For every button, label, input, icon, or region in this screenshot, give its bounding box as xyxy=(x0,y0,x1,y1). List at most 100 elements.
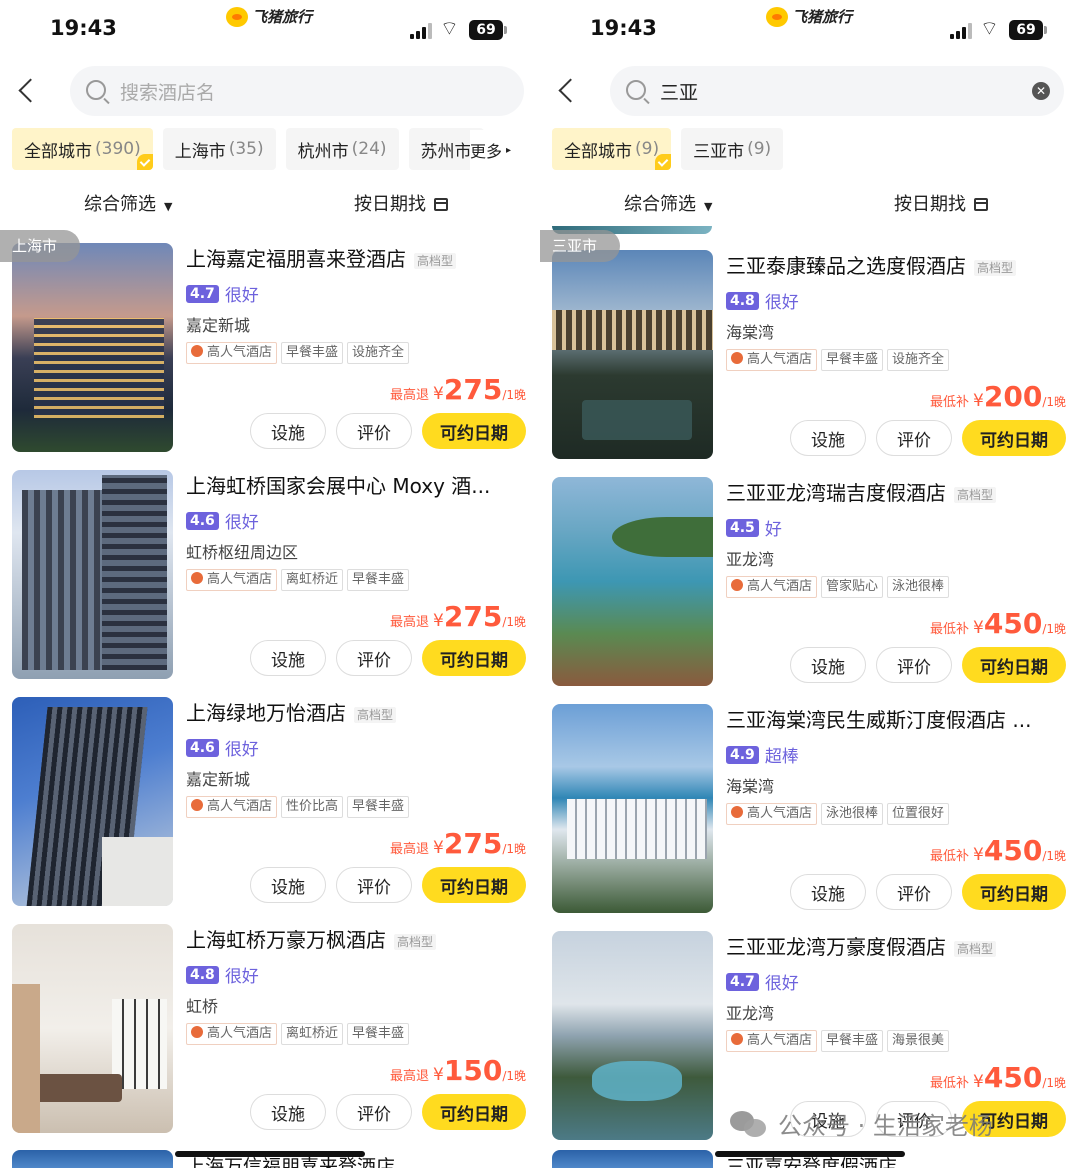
hotel-name-text: 上海绿地万怡酒店 xyxy=(186,701,346,725)
chip-shanghai[interactable]: 上海市 (35) xyxy=(162,128,276,170)
status-time: 19:43 xyxy=(50,16,117,40)
hotel-tags: 高人气酒店 性价比高 早餐丰盛 xyxy=(186,796,410,818)
hotel-photo xyxy=(552,704,713,913)
facilities-button[interactable]: 设施 xyxy=(250,1094,326,1130)
tag: 高人气酒店 xyxy=(186,569,278,591)
chip-hangzhou[interactable]: 杭州市 (24) xyxy=(285,128,399,170)
status-bar: 19:43 飞猪旅行 ⌔ 69 xyxy=(540,0,1080,62)
rating: 4.6 很好 xyxy=(186,508,259,533)
search-by-date-button[interactable]: 按日期找 xyxy=(354,190,448,216)
hotel-tags: 高人气酒店 早餐丰盛 设施齐全 xyxy=(186,342,410,364)
reviews-button[interactable]: 评价 xyxy=(876,420,952,456)
reviews-button[interactable]: 评价 xyxy=(876,874,952,910)
card-actions: 设施 评价 可约日期 xyxy=(250,1094,526,1130)
hotel-price: 最低补 ¥450/1晚 xyxy=(930,607,1066,640)
available-dates-button[interactable]: 可约日期 xyxy=(422,867,526,903)
reviews-button[interactable]: 评价 xyxy=(336,640,412,676)
reviews-button[interactable]: 评价 xyxy=(336,1094,412,1130)
hotel-area: 虹桥 xyxy=(186,997,219,1016)
hotel-price: 最低补 ¥450/1晚 xyxy=(930,1061,1066,1094)
search-by-date-button[interactable]: 按日期找 xyxy=(894,190,988,216)
search-icon xyxy=(86,80,106,100)
card-actions: 设施 评价 可约日期 xyxy=(250,413,526,449)
tag: 泳池很棒 xyxy=(821,803,884,825)
available-dates-button[interactable]: 可约日期 xyxy=(422,413,526,449)
comprehensive-filter-button[interactable]: 综合筛选 ▼ xyxy=(84,190,172,216)
hotel-grade: 高档型 xyxy=(974,260,1017,276)
available-dates-button[interactable]: 可约日期 xyxy=(962,874,1066,910)
filter-label: 综合筛选 xyxy=(624,194,696,215)
wifi-icon: ⌔ xyxy=(980,16,999,40)
available-dates-button[interactable]: 可约日期 xyxy=(962,647,1066,683)
chip-sanya[interactable]: 三亚市 (9) xyxy=(681,128,784,170)
price-prefix: 最高退 xyxy=(390,1069,430,1084)
search-input[interactable]: 三亚 ✕ xyxy=(610,66,1064,116)
reviews-button[interactable]: 评价 xyxy=(336,867,412,903)
available-dates-button[interactable]: 可约日期 xyxy=(422,640,526,676)
chip-label: 全部城市 xyxy=(24,141,92,162)
hotel-name-text: 上海虹桥国家会展中心 Moxy 酒... xyxy=(186,474,491,498)
chip-all-cities[interactable]: 全部城市 (390) xyxy=(12,128,153,170)
hotel-price: 最高退 ¥275/1晚 xyxy=(390,373,526,406)
chip-label: 三亚市 xyxy=(693,141,745,162)
comprehensive-filter-button[interactable]: 综合筛选 ▼ xyxy=(624,190,712,216)
more-label: 更多 xyxy=(470,142,503,161)
price-currency: ¥ xyxy=(973,391,984,411)
rating-score: 4.6 xyxy=(186,738,219,757)
hotel-card[interactable]: 三亚亚龙湾瑞吉度假酒店 高档型 4.5 好 亚龙湾 高人气酒店 管家贴心 泳池很棒 … xyxy=(540,477,1080,704)
facilities-button[interactable]: 设施 xyxy=(250,413,326,449)
hotel-name-text: 上海嘉定福朋喜来登酒店 xyxy=(186,247,406,271)
hotel-card[interactable]: 三亚海棠湾民生威斯汀度假酒店 ... 4.9 超棒 海棠湾 高人气酒店 泳池很棒 … xyxy=(540,704,1080,931)
hotel-card[interactable]: 三亚泰康臻品之选度假酒店 高档型 4.8 很好 海棠湾 高人气酒店 早餐丰盛 设施齐… xyxy=(540,250,1080,477)
hotel-area: 亚龙湾 xyxy=(726,1004,775,1023)
available-dates-button[interactable]: 可约日期 xyxy=(422,1094,526,1130)
hotel-card[interactable]: 上海绿地万怡酒店 高档型 4.6 很好 嘉定新城 高人气酒店 性价比高 早餐丰盛 最… xyxy=(0,697,540,924)
hotel-card[interactable]: 上海虹桥国家会展中心 Moxy 酒... 4.6 很好 虹桥枢纽周边区 高人气酒店… xyxy=(0,470,540,697)
facilities-button[interactable]: 设施 xyxy=(250,640,326,676)
hotel-tags: 高人气酒店 离虹桥近 早餐丰盛 xyxy=(186,569,410,591)
tag-text: 高人气酒店 xyxy=(747,806,813,821)
facilities-button[interactable]: 设施 xyxy=(790,647,866,683)
price-unit: /1晚 xyxy=(1042,1076,1066,1090)
price-currency: ¥ xyxy=(973,1072,984,1092)
rating: 4.5 好 xyxy=(726,515,782,540)
clear-icon[interactable]: ✕ xyxy=(1032,82,1050,100)
hotel-card[interactable]: 上海虹桥万豪万枫酒店 高档型 4.8 很好 虹桥 高人气酒店 离虹桥近 早餐丰盛 最… xyxy=(0,924,540,1151)
card-actions: 设施 评价 可约日期 xyxy=(250,640,526,676)
more-cities-button[interactable]: 更多 ▸ xyxy=(470,130,528,170)
search-text: 三亚 xyxy=(660,82,699,104)
facilities-button[interactable]: 设施 xyxy=(790,420,866,456)
available-dates-button[interactable]: 可约日期 xyxy=(962,420,1066,456)
facilities-button[interactable]: 设施 xyxy=(790,874,866,910)
fire-icon xyxy=(191,572,203,584)
reviews-button[interactable]: 评价 xyxy=(336,413,412,449)
tag: 高人气酒店 xyxy=(726,803,818,825)
hotel-photo-partial xyxy=(552,1150,713,1168)
hotel-name-text: 三亚亚龙湾万豪度假酒店 xyxy=(726,935,946,959)
fliggy-brand: 飞猪旅行 xyxy=(226,6,312,27)
rating-word: 很好 xyxy=(764,974,799,994)
chip-all-cities[interactable]: 全部城市 (9) xyxy=(552,128,672,170)
price-prefix: 最高退 xyxy=(390,388,430,403)
rating-score: 4.8 xyxy=(726,291,759,310)
rating-word: 很好 xyxy=(224,513,259,533)
signal-icon xyxy=(410,23,432,39)
tag-text: 高人气酒店 xyxy=(747,579,813,594)
tag: 早餐丰盛 xyxy=(821,349,884,371)
reviews-button[interactable]: 评价 xyxy=(876,647,952,683)
hotel-name: 三亚海棠湾民生威斯汀度假酒店 ... xyxy=(726,704,1070,733)
tag: 离虹桥近 xyxy=(281,569,344,591)
tag: 海景很美 xyxy=(887,1030,950,1052)
back-button[interactable] xyxy=(14,76,44,106)
facilities-button[interactable]: 设施 xyxy=(250,867,326,903)
hotel-tags: 高人气酒店 早餐丰盛 海景很美 xyxy=(726,1030,950,1052)
chip-count: (9) xyxy=(635,139,660,159)
search-input[interactable]: 搜索酒店名 xyxy=(70,66,524,116)
tag: 高人气酒店 xyxy=(186,342,278,364)
rating-score: 4.7 xyxy=(726,972,759,991)
back-button[interactable] xyxy=(554,76,584,106)
price-currency: ¥ xyxy=(973,618,984,638)
hotel-card[interactable]: 上海嘉定福朋喜来登酒店 高档型 4.7 很好 嘉定新城 高人气酒店 早餐丰盛 设施齐… xyxy=(0,243,540,470)
brand-name: 飞猪旅行 xyxy=(252,8,313,26)
caret-down-icon: ▼ xyxy=(164,200,173,213)
